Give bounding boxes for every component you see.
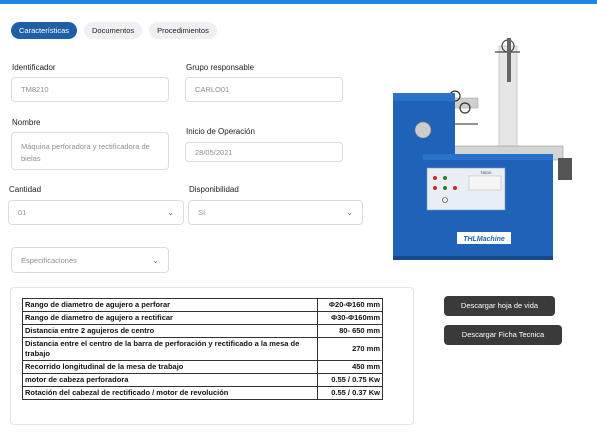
- inicio-field[interactable]: 28/05/2021: [185, 142, 343, 162]
- nombre-field[interactable]: Máquina perforadora y rectificadora de b…: [11, 132, 169, 170]
- identificador-field[interactable]: TM8210: [11, 77, 169, 102]
- chevron-down-icon: ⌄: [167, 208, 174, 217]
- spec-value: 0.55 / 0.75 Kw: [317, 373, 383, 387]
- machine-photo: T8210 THLMachine: [383, 38, 575, 268]
- chevron-down-icon: ⌄: [346, 208, 353, 217]
- machine-brand-label: THLMachine: [463, 236, 505, 243]
- table-row: Rotación del cabezal de rectificado / mo…: [22, 386, 383, 400]
- grupo-field[interactable]: CARLO01: [185, 77, 343, 102]
- grupo-label: Grupo responsable: [186, 63, 255, 72]
- spec-name: motor de cabeza perforadora: [22, 373, 318, 387]
- table-row: Rango de diametro de agujero a rectifica…: [22, 311, 383, 325]
- table-row: Distancia entre el centro de la barra de…: [22, 337, 383, 361]
- spec-name: Rango de diametro de agujero a rectifica…: [22, 311, 318, 325]
- cantidad-select[interactable]: 01 ⌄: [8, 200, 184, 225]
- disponibilidad-select[interactable]: Sí ⌄: [188, 200, 363, 225]
- download-hoja-vida-button[interactable]: Descargar hoja de vida: [444, 296, 555, 316]
- spec-name: Rango de diametro de agujero a perforar: [22, 298, 318, 312]
- grupo-value: CARLO01: [195, 85, 230, 94]
- tab-bar: Características Documentos Procedimiento…: [11, 22, 217, 39]
- spec-name: Rotación del cabezal de rectificado / mo…: [22, 386, 318, 400]
- cantidad-value: 01: [18, 208, 27, 217]
- nombre-label: Nombre: [12, 118, 41, 127]
- especificaciones-placeholder: Especificaciones: [21, 255, 77, 265]
- top-accent-bar: [0, 0, 597, 4]
- spec-value: Φ30-Φ160mm: [317, 311, 383, 325]
- spec-value: 80- 650 mm: [317, 324, 383, 338]
- specs-card: Rango de diametro de agujero a perforar Φ…: [10, 287, 414, 425]
- identificador-label: Identificador: [12, 63, 56, 72]
- spec-name: Distancia entre 2 agujeros de centro: [22, 324, 318, 338]
- chevron-down-icon: ⌄: [152, 255, 159, 265]
- spec-name: Distancia entre el centro de la barra de…: [22, 337, 318, 361]
- inicio-label: Inicio de Operación: [186, 127, 255, 136]
- especificaciones-select[interactable]: Especificaciones ⌄: [11, 247, 169, 273]
- machine-panel-title: T8210: [480, 170, 492, 175]
- download-ficha-tecnica-button[interactable]: Descargar Ficha Tecnica: [444, 325, 562, 345]
- table-row: Distancia entre 2 agujeros de centro 80- …: [22, 324, 383, 338]
- table-row: Rango de diametro de agujero a perforar Φ…: [22, 298, 383, 312]
- cantidad-label: Cantidad: [9, 185, 42, 194]
- spec-value: 0.55 / 0.37 Kw: [317, 386, 383, 400]
- nombre-value: Máquina perforadora y rectificadora de b…: [21, 142, 150, 163]
- table-row: motor de cabeza perforadora 0.55 / 0.75 K…: [22, 373, 383, 387]
- tab-procedimientos[interactable]: Procedimientos: [149, 22, 217, 39]
- specs-table: Rango de diametro de agujero a perforar Φ…: [22, 298, 383, 400]
- tab-documentos[interactable]: Documentos: [84, 22, 143, 39]
- tab-caracteristicas[interactable]: Características: [11, 22, 78, 39]
- identificador-value: TM8210: [21, 85, 49, 94]
- spec-value: Φ20-Φ160 mm: [317, 298, 383, 312]
- disponibilidad-value: Sí: [198, 208, 206, 217]
- table-row: Recorrido longitudinal de la mesa de tra…: [22, 360, 383, 374]
- disponibilidad-label: Disponibilidad: [189, 185, 239, 194]
- spec-value: 450 mm: [317, 360, 383, 374]
- inicio-value: 28/05/2021: [195, 148, 233, 157]
- spec-value: 270 mm: [317, 337, 383, 361]
- spec-name: Recorrido longitudinal de la mesa de tra…: [22, 360, 318, 374]
